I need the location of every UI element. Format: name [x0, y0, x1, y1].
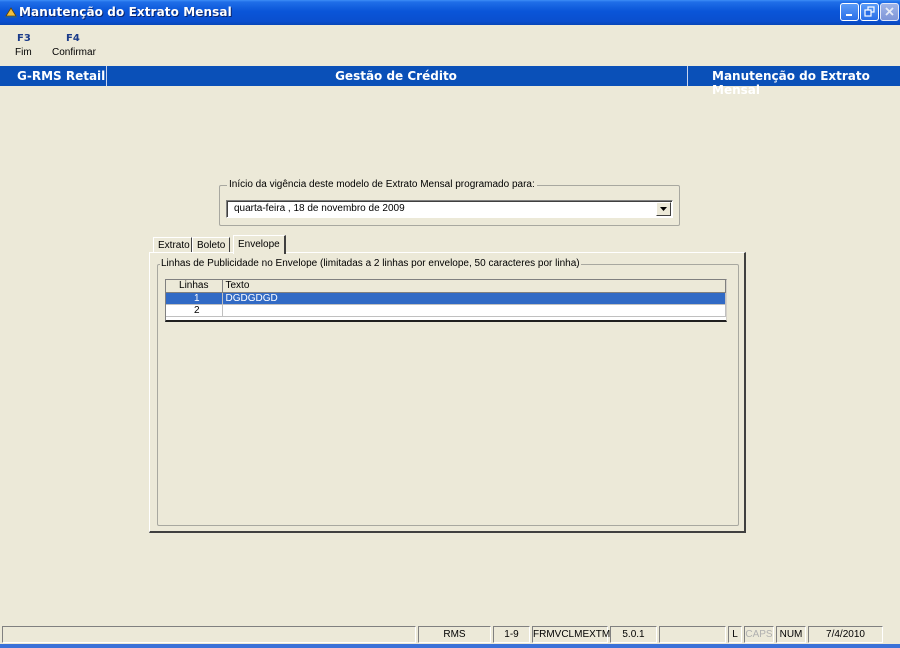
screen-name: Manutenção do Extrato Mensal: [712, 69, 870, 97]
f3-fim-button[interactable]: F3 Fim: [15, 33, 32, 58]
tab-boleto[interactable]: Boleto: [192, 237, 230, 253]
envelope-tab-panel: Linhas de Publicidade no Envelope (limit…: [149, 252, 746, 533]
status-form: FRMVCLMEXTM: [532, 626, 610, 643]
status-range: 1-9: [493, 626, 530, 643]
status-caps: CAPS: [744, 626, 774, 643]
row-line-number: 1: [166, 292, 223, 305]
grid-header-row: Linhas Texto: [166, 280, 726, 293]
tab-extrato[interactable]: Extrato: [153, 237, 192, 253]
chevron-down-icon: [660, 207, 667, 211]
vigencia-group: Início da vigência deste modelo de Extra…: [219, 179, 680, 226]
app-icon: [5, 7, 17, 18]
function-key-bar: F3 Fim F4 Confirmar: [0, 25, 900, 65]
row-text-cell[interactable]: DGDGDGD: [222, 292, 726, 305]
window-title: Manutenção do Extrato Mensal: [19, 5, 232, 19]
column-header-linhas[interactable]: Linhas: [166, 280, 223, 293]
f3-key: F3: [17, 33, 31, 44]
tab-envelope[interactable]: Envelope: [233, 235, 286, 254]
status-l: L: [728, 626, 742, 643]
minimize-icon: [846, 14, 852, 16]
status-empty: [659, 626, 726, 643]
status-bar: RMS 1-9 FRMVCLMEXTM 5.0.1 L CAPS NUM 7/4…: [0, 624, 900, 644]
publicidade-group: Linhas de Publicidade no Envelope (limit…: [157, 258, 739, 526]
window-bottom-border: [0, 644, 900, 648]
column-header-texto[interactable]: Texto: [222, 280, 726, 293]
f4-confirmar-button[interactable]: F4 Confirmar: [52, 33, 96, 58]
row-line-number: 2: [166, 304, 223, 317]
status-system: RMS: [418, 626, 491, 643]
status-version: 5.0.1: [610, 626, 657, 643]
vigencia-date-select[interactable]: quarta-feira , 18 de novembro de 2009: [226, 200, 673, 218]
restore-icon: [864, 6, 875, 17]
status-message: [2, 626, 416, 643]
f4-label: Confirmar: [52, 47, 96, 58]
dropdown-button[interactable]: [656, 202, 671, 216]
close-icon: [885, 7, 894, 16]
f3-label: Fim: [15, 47, 32, 58]
status-num: NUM: [776, 626, 806, 643]
vigencia-legend: Início da vigência deste modelo de Extra…: [227, 179, 537, 190]
table-row[interactable]: 1 DGDGDGD: [166, 292, 726, 305]
publicidade-legend: Linhas de Publicidade no Envelope (limit…: [160, 258, 581, 269]
close-button[interactable]: [880, 3, 899, 21]
status-date: 7/4/2010: [808, 626, 883, 643]
module-name: Gestão de Crédito: [335, 69, 457, 83]
vigencia-date-value: quarta-feira , 18 de novembro de 2009: [234, 203, 405, 214]
module-header-band: G-RMS Retail Gestão de Crédito Manutençã…: [0, 66, 900, 97]
minimize-button[interactable]: [840, 3, 859, 21]
title-bar[interactable]: Manutenção do Extrato Mensal: [0, 0, 900, 25]
header-divider: [687, 66, 688, 86]
f4-key: F4: [66, 33, 80, 44]
table-row[interactable]: 2: [166, 304, 726, 317]
publicidade-grid[interactable]: Linhas Texto 1 DGDGDGD 2: [165, 279, 727, 322]
restore-button[interactable]: [860, 3, 879, 21]
row-text-cell[interactable]: [222, 304, 726, 317]
